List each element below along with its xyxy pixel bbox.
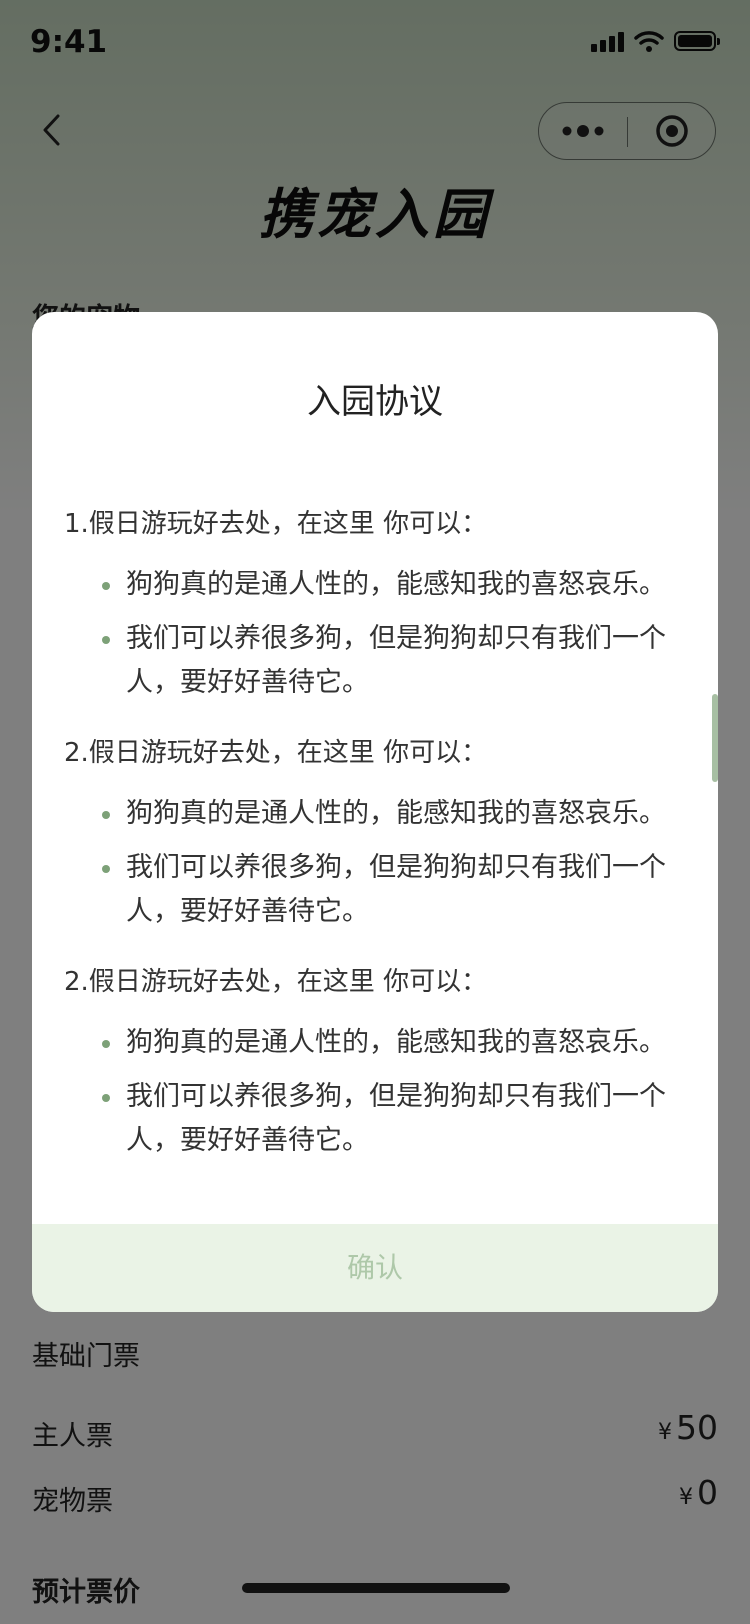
list-item: 狗狗真的是通人性的，能感知我的喜怒哀乐。 [64,792,674,836]
bullet-dot-icon [102,1040,110,1048]
agreement-scroll-area[interactable]: 1.假日游玩好去处，在这里 你可以： 狗狗真的是通人性的，能感知我的喜怒哀乐。 … [32,502,718,1224]
modal-title: 入园协议 [307,382,443,422]
bullet-list: 狗狗真的是通人性的，能感知我的喜怒哀乐。 我们可以养很多狗，但是狗狗却只有我们一… [64,1021,674,1163]
bullet-text: 狗狗真的是通人性的，能感知我的喜怒哀乐。 [126,569,666,600]
bullet-dot-icon [102,636,110,644]
home-indicator [242,1583,510,1593]
bullet-dot-icon [102,811,110,819]
bullet-list: 狗狗真的是通人性的，能感知我的喜怒哀乐。 我们可以养很多狗，但是狗狗却只有我们一… [64,792,674,934]
bullet-text: 我们可以养很多狗，但是狗狗却只有我们一个人，要好好善待它。 [126,1081,666,1156]
list-item: 我们可以养很多狗，但是狗狗却只有我们一个人，要好好善待它。 [64,617,674,705]
section-heading: 1.假日游玩好去处，在这里 你可以： [64,509,488,539]
bullet-text: 狗狗真的是通人性的，能感知我的喜怒哀乐。 [126,798,666,829]
bullet-text: 我们可以养很多狗，但是狗狗却只有我们一个人，要好好善待它。 [126,623,666,698]
agreement-section: 1.假日游玩好去处，在这里 你可以： 狗狗真的是通人性的，能感知我的喜怒哀乐。 … [64,502,674,705]
agreement-content: 1.假日游玩好去处，在这里 你可以： 狗狗真的是通人性的，能感知我的喜怒哀乐。 … [64,502,674,1189]
bullet-dot-icon [102,582,110,590]
bullet-dot-icon [102,1094,110,1102]
list-item: 我们可以养很多狗，但是狗狗却只有我们一个人，要好好善待它。 [64,846,674,934]
bullet-text: 我们可以养很多狗，但是狗狗却只有我们一个人，要好好善待它。 [126,852,666,927]
agreement-section: 2.假日游玩好去处，在这里 你可以： 狗狗真的是通人性的，能感知我的喜怒哀乐。 … [64,960,674,1163]
section-heading: 2.假日游玩好去处，在这里 你可以： [64,738,488,768]
list-item: 狗狗真的是通人性的，能感知我的喜怒哀乐。 [64,563,674,607]
agreement-section: 2.假日游玩好去处，在这里 你可以： 狗狗真的是通人性的，能感知我的喜怒哀乐。 … [64,731,674,934]
scrollbar-thumb[interactable] [712,694,718,782]
list-item: 狗狗真的是通人性的，能感知我的喜怒哀乐。 [64,1021,674,1065]
bullet-text: 狗狗真的是通人性的，能感知我的喜怒哀乐。 [126,1027,666,1058]
scrollbar[interactable] [712,332,718,1194]
agreement-modal: 入园协议 1.假日游玩好去处，在这里 你可以： 狗狗真的是通人性的，能感知我的喜… [32,312,718,1312]
bullet-dot-icon [102,865,110,873]
section-heading: 2.假日游玩好去处，在这里 你可以： [64,967,488,997]
bullet-list: 狗狗真的是通人性的，能感知我的喜怒哀乐。 我们可以养很多狗，但是狗狗却只有我们一… [64,563,674,705]
list-item: 我们可以养很多狗，但是狗狗却只有我们一个人，要好好善待它。 [64,1075,674,1163]
confirm-button[interactable]: 确认 [32,1224,718,1312]
